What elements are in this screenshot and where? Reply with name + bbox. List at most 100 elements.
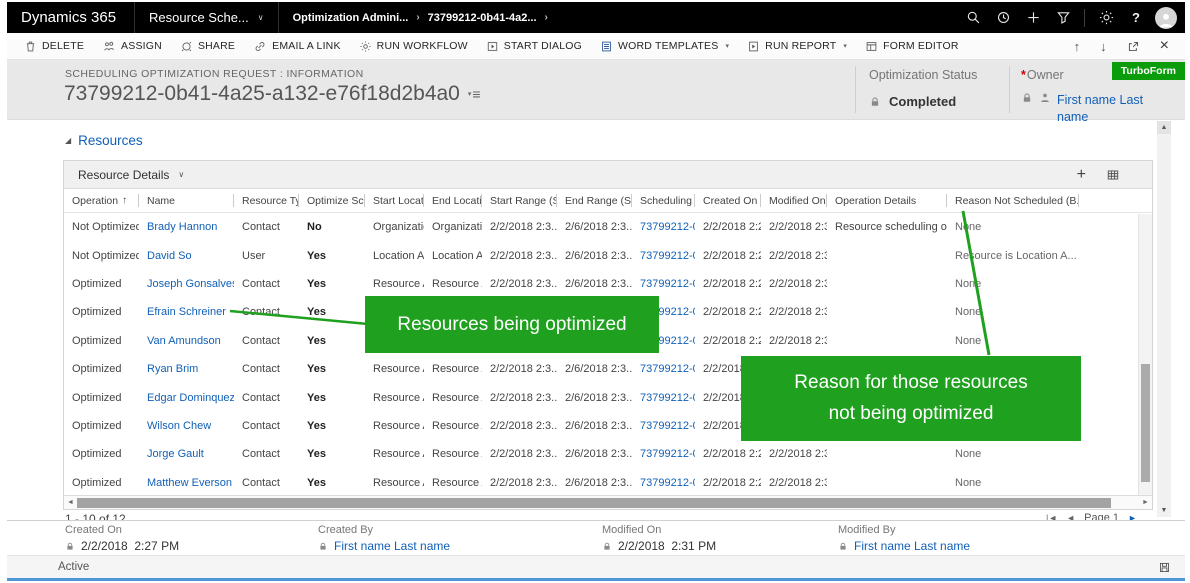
cell-operation: Optimized bbox=[64, 306, 139, 318]
run-report-button[interactable]: RUN REPORT▾ bbox=[738, 33, 856, 59]
email-a-link-button[interactable]: EMAIL A LINK bbox=[244, 33, 350, 59]
cell-end-location: Resource Ad... bbox=[424, 363, 482, 375]
settings-gear-icon[interactable] bbox=[1091, 2, 1121, 33]
cell-scheduling-op[interactable]: 73799212-0... bbox=[632, 363, 695, 375]
chevron-right-icon: › bbox=[416, 12, 419, 23]
required-asterisk: * bbox=[1021, 68, 1026, 82]
form-footer: Created On 2/2/2018 2:27 PM Created By F… bbox=[7, 520, 1185, 555]
grid-vertical-scrollbar[interactable] bbox=[1138, 214, 1152, 498]
cell-scheduling-op[interactable]: 73799212-0... bbox=[632, 221, 695, 233]
table-row[interactable]: Not OptimizedDavid SoUserYesLocation Ag.… bbox=[64, 241, 1152, 269]
modified-by-link[interactable]: First name Last name bbox=[854, 539, 970, 553]
scroll-right-icon[interactable]: ► bbox=[1139, 499, 1152, 506]
previous-page-icon[interactable]: ◄ bbox=[1066, 512, 1075, 520]
cell-name[interactable]: David So bbox=[139, 250, 234, 262]
cell-name[interactable]: Ryan Brim bbox=[139, 363, 234, 375]
cell-name[interactable]: Efrain Schreiner bbox=[139, 306, 234, 318]
table-row[interactable]: OptimizedJoseph GonsalvesContactYesResou… bbox=[64, 270, 1152, 298]
command-bar: DELETEASSIGNSHAREEMAIL A LINKRUN WORKFLO… bbox=[7, 33, 1185, 60]
first-page-icon[interactable]: |◄ bbox=[1046, 512, 1057, 520]
column-header-end-range[interactable]: End Range (Sc... bbox=[557, 189, 632, 212]
run-workflow-button[interactable]: RUN WORKFLOW bbox=[350, 33, 477, 59]
view-selector[interactable]: Resource Details ∨ bbox=[78, 168, 184, 182]
column-header-name[interactable]: Name bbox=[139, 189, 234, 212]
add-record-icon[interactable]: + bbox=[1077, 167, 1086, 183]
save-icon[interactable] bbox=[1158, 561, 1185, 574]
cell-scheduling-op[interactable]: 73799212-0... bbox=[632, 420, 695, 432]
cell-start-range: 2/2/2018 2:3... bbox=[482, 278, 557, 290]
word-templates-button[interactable]: WORD TEMPLATES▾ bbox=[591, 33, 738, 59]
close-icon[interactable]: × bbox=[1160, 37, 1169, 55]
optimization-status-field: Optimization Status Completed bbox=[869, 68, 977, 109]
scroll-up-icon[interactable]: ▲ bbox=[1157, 121, 1171, 134]
section-resources[interactable]: ◢ Resources bbox=[65, 133, 143, 148]
assign-button[interactable]: ASSIGN bbox=[93, 33, 171, 59]
cell-scheduling-op[interactable]: 73799212-0... bbox=[632, 278, 695, 290]
next-record-icon[interactable]: ↓ bbox=[1100, 39, 1107, 54]
column-header-end-location[interactable]: End Location (... bbox=[424, 189, 482, 212]
start-dialog-button[interactable]: START DIALOG bbox=[477, 33, 591, 59]
app-switcher[interactable]: Resource Sche... ∨ bbox=[134, 2, 278, 33]
lock-icon bbox=[65, 541, 75, 552]
scrollbar-thumb[interactable] bbox=[1141, 364, 1150, 482]
cell-scheduling-op[interactable]: 73799212-0... bbox=[632, 392, 695, 404]
cell-scheduling-op[interactable]: 73799212-0... bbox=[632, 477, 695, 489]
column-header-start-location[interactable]: Start Location ... bbox=[365, 189, 424, 212]
cell-scheduling-op[interactable]: 73799212-0... bbox=[632, 250, 695, 262]
lock-icon bbox=[1021, 92, 1033, 104]
column-header-created-on[interactable]: Created On (Sc... bbox=[695, 189, 761, 212]
cell-name[interactable]: Matthew Everson bbox=[139, 477, 234, 489]
column-header-scheduling-op[interactable]: Scheduling Op... bbox=[632, 189, 695, 212]
column-header-modified-on[interactable]: Modified On (... bbox=[761, 189, 827, 212]
created-by-link[interactable]: First name Last name bbox=[334, 539, 450, 553]
owner-link[interactable]: First name Last name bbox=[1057, 92, 1157, 126]
chevron-down-icon: ∨ bbox=[178, 170, 184, 179]
cell-scheduling-op[interactable]: 73799212-0... bbox=[632, 448, 695, 460]
cell-name[interactable]: Edgar Dominquez bbox=[139, 392, 234, 404]
breadcrumb-item[interactable]: 73799212-0b41-4a2... bbox=[428, 12, 537, 24]
grid-view-icon[interactable] bbox=[1106, 168, 1120, 182]
cell-created-on: 2/2/2018 2:2... bbox=[695, 278, 761, 290]
cell-optimize-schedule: Yes bbox=[299, 392, 365, 404]
pager: |◄ ◄ Page 1 ► bbox=[1046, 512, 1137, 520]
dynamics-365-logo[interactable]: Dynamics 365 bbox=[7, 9, 134, 26]
subgrid-view-bar: Resource Details ∨ + bbox=[64, 161, 1152, 189]
user-avatar[interactable] bbox=[1155, 7, 1177, 29]
created-on-field: Created On 2/2/2018 2:27 PM bbox=[65, 524, 179, 553]
column-header-operation-details[interactable]: Operation Details bbox=[827, 189, 947, 212]
cell-name[interactable]: Joseph Gonsalves bbox=[139, 278, 234, 290]
form-selector-icon[interactable]: ▾≡ bbox=[468, 86, 481, 102]
chevron-down-icon: ▾ bbox=[725, 42, 729, 50]
column-header-reason-not-scheduled[interactable]: Reason Not Scheduled (B... bbox=[947, 189, 1079, 212]
cell-name[interactable]: Jorge Gault bbox=[139, 448, 234, 460]
delete-button[interactable]: DELETE bbox=[15, 33, 93, 59]
cell-name[interactable]: Van Amundson bbox=[139, 335, 234, 347]
help-icon[interactable]: ? bbox=[1121, 2, 1151, 33]
table-row[interactable]: OptimizedJorge GaultContactYesResource A… bbox=[64, 440, 1152, 468]
table-row[interactable]: Not OptimizedBrady HannonContactNoOrgani… bbox=[64, 213, 1152, 241]
next-page-icon[interactable]: ► bbox=[1128, 512, 1137, 520]
quick-create-icon[interactable] bbox=[1018, 2, 1048, 33]
scrollbar-thumb[interactable] bbox=[77, 498, 1111, 508]
table-row[interactable]: OptimizedMatthew EversonContactYesResour… bbox=[64, 469, 1152, 497]
share-button[interactable]: SHARE bbox=[171, 33, 244, 59]
scroll-down-icon[interactable]: ▼ bbox=[1157, 504, 1171, 517]
page-vertical-scrollbar[interactable]: ▲ ▼ bbox=[1157, 121, 1171, 517]
cell-start-location: Resource Ad... bbox=[365, 392, 424, 404]
column-header-start-range[interactable]: Start Range (S... bbox=[482, 189, 557, 212]
column-header-operation[interactable]: Operation↑ bbox=[64, 189, 139, 212]
previous-record-icon[interactable]: ↑ bbox=[1074, 39, 1081, 54]
column-header-resource-type[interactable]: Resource Type... bbox=[234, 189, 299, 212]
breadcrumb-item[interactable]: Optimization Admini... bbox=[293, 12, 409, 24]
cell-name[interactable]: Wilson Chew bbox=[139, 420, 234, 432]
column-header-optimize-schedule[interactable]: Optimize Sche... bbox=[299, 189, 365, 212]
search-icon[interactable] bbox=[958, 2, 988, 33]
cell-start-location: Resource Ad... bbox=[365, 448, 424, 460]
recent-items-icon[interactable] bbox=[988, 2, 1018, 33]
grid-horizontal-scrollbar[interactable]: ◄ ► bbox=[64, 495, 1152, 509]
cell-name[interactable]: Brady Hannon bbox=[139, 221, 234, 233]
popout-icon[interactable] bbox=[1127, 40, 1140, 53]
scroll-left-icon[interactable]: ◄ bbox=[64, 499, 77, 506]
filter-icon[interactable] bbox=[1048, 2, 1078, 33]
form-editor-button[interactable]: FORM EDITOR bbox=[856, 33, 968, 59]
